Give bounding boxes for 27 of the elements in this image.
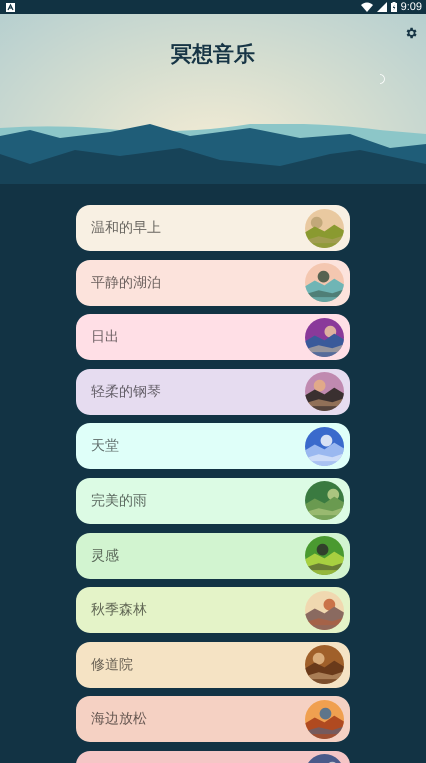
track-card[interactable]: 完美的雨: [76, 478, 350, 524]
track-title: 天堂: [91, 437, 119, 456]
signal-icon: [376, 2, 387, 12]
moon-icon: [378, 74, 386, 84]
track-title: 完美的雨: [91, 492, 147, 510]
track-card[interactable]: 日出: [76, 314, 350, 360]
track-card[interactable]: 温和的早上: [76, 205, 350, 251]
notification-icon: [6, 2, 15, 12]
track-card[interactable]: 轻柔的钢琴: [76, 368, 350, 415]
track-title: 修道院: [91, 656, 133, 674]
track-title: 秋季森林: [91, 601, 147, 620]
track-card[interactable]: 海边放松: [76, 696, 350, 742]
track-card[interactable]: 灵感: [76, 532, 350, 579]
status-time: 9:09: [400, 1, 422, 13]
track-card[interactable]: 天堂: [76, 423, 350, 470]
track-title: 平静的湖泊: [91, 274, 161, 292]
track-title: 日出: [91, 328, 119, 346]
track-card[interactable]: 秋季森林: [76, 587, 350, 634]
track-card[interactable]: 修道院: [76, 642, 350, 688]
wifi-icon: [360, 2, 373, 12]
track-title: 温和的早上: [91, 219, 161, 237]
track-title: 轻柔的钢琴: [91, 382, 161, 401]
track-title: 灵感: [91, 546, 119, 565]
track-card[interactable]: 平静的湖泊: [76, 260, 350, 306]
track-title: 海边放松: [91, 710, 147, 728]
app-title: 冥想音乐: [171, 41, 255, 68]
settings-icon[interactable]: [404, 26, 418, 40]
